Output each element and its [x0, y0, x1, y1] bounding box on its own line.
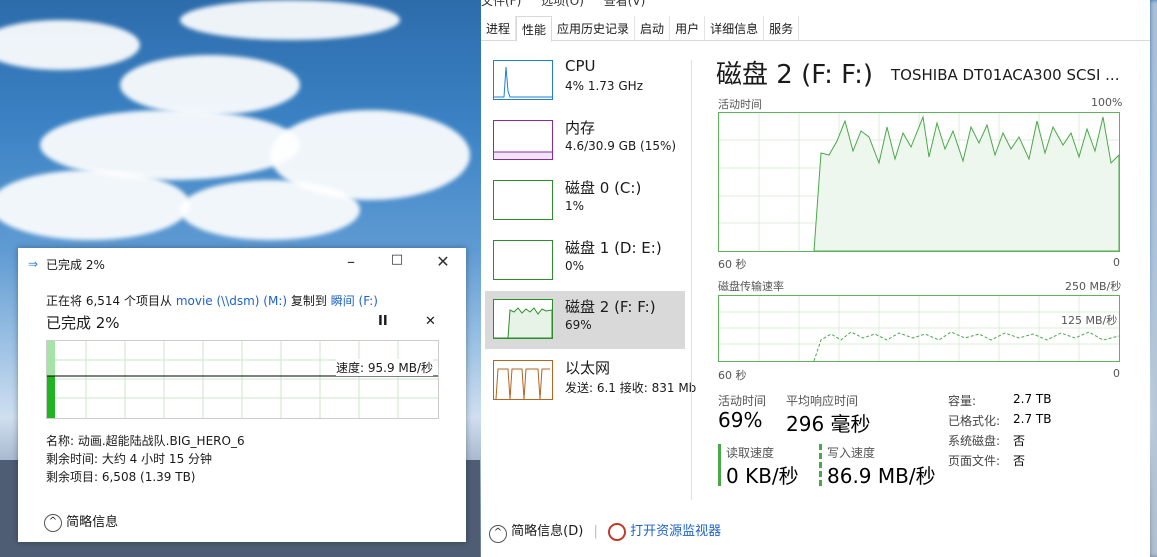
graph2-max: 250 MB/秒	[1065, 280, 1122, 293]
menu-view[interactable]: 查看(V)	[604, 0, 646, 8]
tab-app-history[interactable]: 应用历史记录	[552, 16, 636, 40]
tab-processes[interactable]: 进程	[481, 16, 517, 40]
task-manager-window: 文件(F) 选项(O) 查看(V) 进程 性能 应用历史记录 启动 用户 详细信…	[481, 0, 1150, 557]
sidebar-item-sub: 69%	[565, 318, 592, 332]
copy-prefix: 正在将 6,514 个项目从	[46, 294, 172, 308]
write-speed-label: 写入速度	[827, 446, 876, 460]
copy-description: 正在将 6,514 个项目从 movie (\\dsm) (M:) 复制到 瞬间…	[46, 292, 378, 309]
pause-button[interactable]: II	[378, 314, 388, 329]
read-speed-label: 读取速度	[726, 446, 775, 460]
sidebar-item-disk-2[interactable]: 磁盘 2 (F: F:) 69%	[485, 291, 685, 349]
fewer-details-link[interactable]: 简略信息(D)	[511, 524, 583, 539]
sidebar-item-sub: 4.6/30.9 GB (15%)	[565, 139, 677, 153]
time-remaining: 剩余时间: 大约 4 小时 15 分钟	[46, 452, 213, 466]
disk-2-thumbnail	[493, 299, 553, 339]
cpu-thumbnail	[493, 60, 553, 100]
sidebar-item-cpu[interactable]: CPU 4% 1.73 GHz	[485, 52, 685, 110]
cancel-button[interactable]: ✕	[425, 314, 436, 329]
chevron-up-icon: ^	[44, 513, 62, 532]
activity-time-graph	[718, 112, 1120, 252]
file-name: 名称: 动画.超能陆战队.BIG_HERO_6	[46, 434, 245, 448]
close-button[interactable]: ✕	[428, 252, 458, 271]
write-speed-bar	[819, 444, 822, 486]
transfer-rate-graph	[718, 295, 1120, 362]
sidebar-item-label: 以太网	[565, 359, 611, 377]
source-link[interactable]: movie (\\dsm) (M:)	[176, 294, 287, 308]
destination-link[interactable]: 瞬间 (F:)	[331, 294, 378, 308]
sidebar-item-label: 磁盘 1 (D: E:)	[565, 239, 662, 257]
sidebar-item-sub: 发送: 6.1 接收: 831 Mb	[565, 381, 697, 395]
tab-services[interactable]: 服务	[764, 16, 800, 40]
tab-bar: 进程 性能 应用历史记录 启动 用户 详细信息 服务	[481, 16, 1150, 42]
dialog-title: 已完成 2%	[46, 258, 105, 272]
response-time-label: 平均响应时间	[786, 394, 859, 408]
sidebar-item-label: 磁盘 0 (C:)	[565, 179, 642, 197]
graph2-x-right: 0	[1113, 367, 1120, 380]
disk-title: 磁盘 2 (F: F:)	[716, 60, 874, 90]
capacity-value: 2.7 TB	[1013, 392, 1052, 406]
items-remaining: 剩余项目: 6,508 (1.39 TB)	[46, 470, 196, 484]
write-speed-value: 86.9 MB/秒	[827, 464, 936, 488]
sidebar-item-disk-0[interactable]: 磁盘 0 (C:) 1%	[485, 172, 685, 230]
chevron-up-icon[interactable]: ^	[489, 525, 507, 543]
menu-file[interactable]: 文件(F)	[481, 0, 521, 8]
sidebar-item-label: 磁盘 2 (F: F:)	[565, 298, 656, 316]
graph1-x-left: 60 秒	[718, 258, 747, 271]
open-resource-monitor-link[interactable]: 打开资源监视器	[630, 524, 721, 539]
capacity-key: 容量:	[948, 394, 977, 408]
minimize-button[interactable]: –	[336, 252, 366, 271]
disk-model: TOSHIBA DT01ACA300 SCSI ...	[891, 66, 1120, 84]
copy-to-text: 复制到	[290, 294, 327, 308]
system-disk-key: 系统磁盘:	[948, 434, 1001, 448]
activity-time-label: 活动时间	[718, 394, 767, 408]
fewer-details-toggle[interactable]: ^ 简略信息	[44, 511, 118, 532]
formatted-value: 2.7 TB	[1013, 412, 1052, 426]
graph2-label: 磁盘传输速率	[718, 280, 784, 293]
tab-startup[interactable]: 启动	[635, 16, 671, 40]
resource-monitor-icon	[607, 522, 626, 541]
disk-1-thumbnail	[493, 240, 553, 280]
page-file-key: 页面文件:	[948, 454, 1001, 468]
sidebar-item-disk-1[interactable]: 磁盘 1 (D: E:) 0%	[485, 232, 685, 290]
response-time-value: 296 毫秒	[786, 412, 871, 436]
footer-separator: |	[593, 524, 598, 539]
graph2-mid: 125 MB/秒	[1061, 314, 1118, 327]
activity-time-value: 69%	[718, 408, 763, 432]
sidebar-item-sub: 1%	[565, 199, 585, 213]
formatted-key: 已格式化:	[948, 414, 1001, 428]
copy-icon: ⇒	[28, 257, 39, 271]
disk-0-thumbnail	[493, 180, 553, 220]
sidebar-item-sub: 4% 1.73 GHz	[565, 79, 644, 93]
graph1-label: 活动时间	[718, 98, 762, 111]
sidebar-item-ethernet[interactable]: 以太网 发送: 6.1 接收: 831 Mb	[485, 352, 696, 410]
tab-performance[interactable]: 性能	[516, 16, 553, 42]
sidebar-item-label: CPU	[565, 57, 596, 75]
tab-users[interactable]: 用户	[670, 16, 706, 40]
sidebar-item-memory[interactable]: 内存 4.6/30.9 GB (15%)	[485, 112, 685, 170]
sidebar-item-label: 内存	[565, 119, 596, 137]
sidebar-item-sub: 0%	[565, 259, 585, 273]
graph1-max: 100%	[1091, 96, 1123, 109]
speed-graph	[46, 340, 439, 419]
menu-bar: 文件(F) 选项(O) 查看(V)	[481, 0, 661, 8]
menu-options[interactable]: 选项(O)	[541, 0, 584, 8]
speed-text: 速度: 95.9 MB/秒	[336, 359, 434, 376]
panel-divider	[691, 60, 692, 500]
copy-status: 已完成 2%	[46, 314, 120, 332]
memory-thumbnail	[493, 120, 553, 160]
system-disk-value: 否	[1013, 434, 1026, 448]
copy-progress-dialog: ⇒ 已完成 2% – □ ✕ 正在将 6,514 个项目从 movie (\\d…	[18, 248, 466, 542]
footer: ^ 简略信息(D) | 打开资源监视器	[489, 520, 721, 543]
read-speed-value: 0 KB/秒	[726, 464, 799, 488]
fewer-details-label: 简略信息	[66, 515, 119, 530]
graph1-x-right: 0	[1113, 256, 1120, 269]
ethernet-thumbnail	[493, 360, 553, 400]
tab-details[interactable]: 详细信息	[705, 16, 765, 40]
graph2-x-left: 60 秒	[718, 369, 747, 382]
read-speed-bar	[718, 444, 721, 486]
page-file-value: 否	[1013, 454, 1026, 468]
maximize-button[interactable]: □	[382, 252, 412, 267]
